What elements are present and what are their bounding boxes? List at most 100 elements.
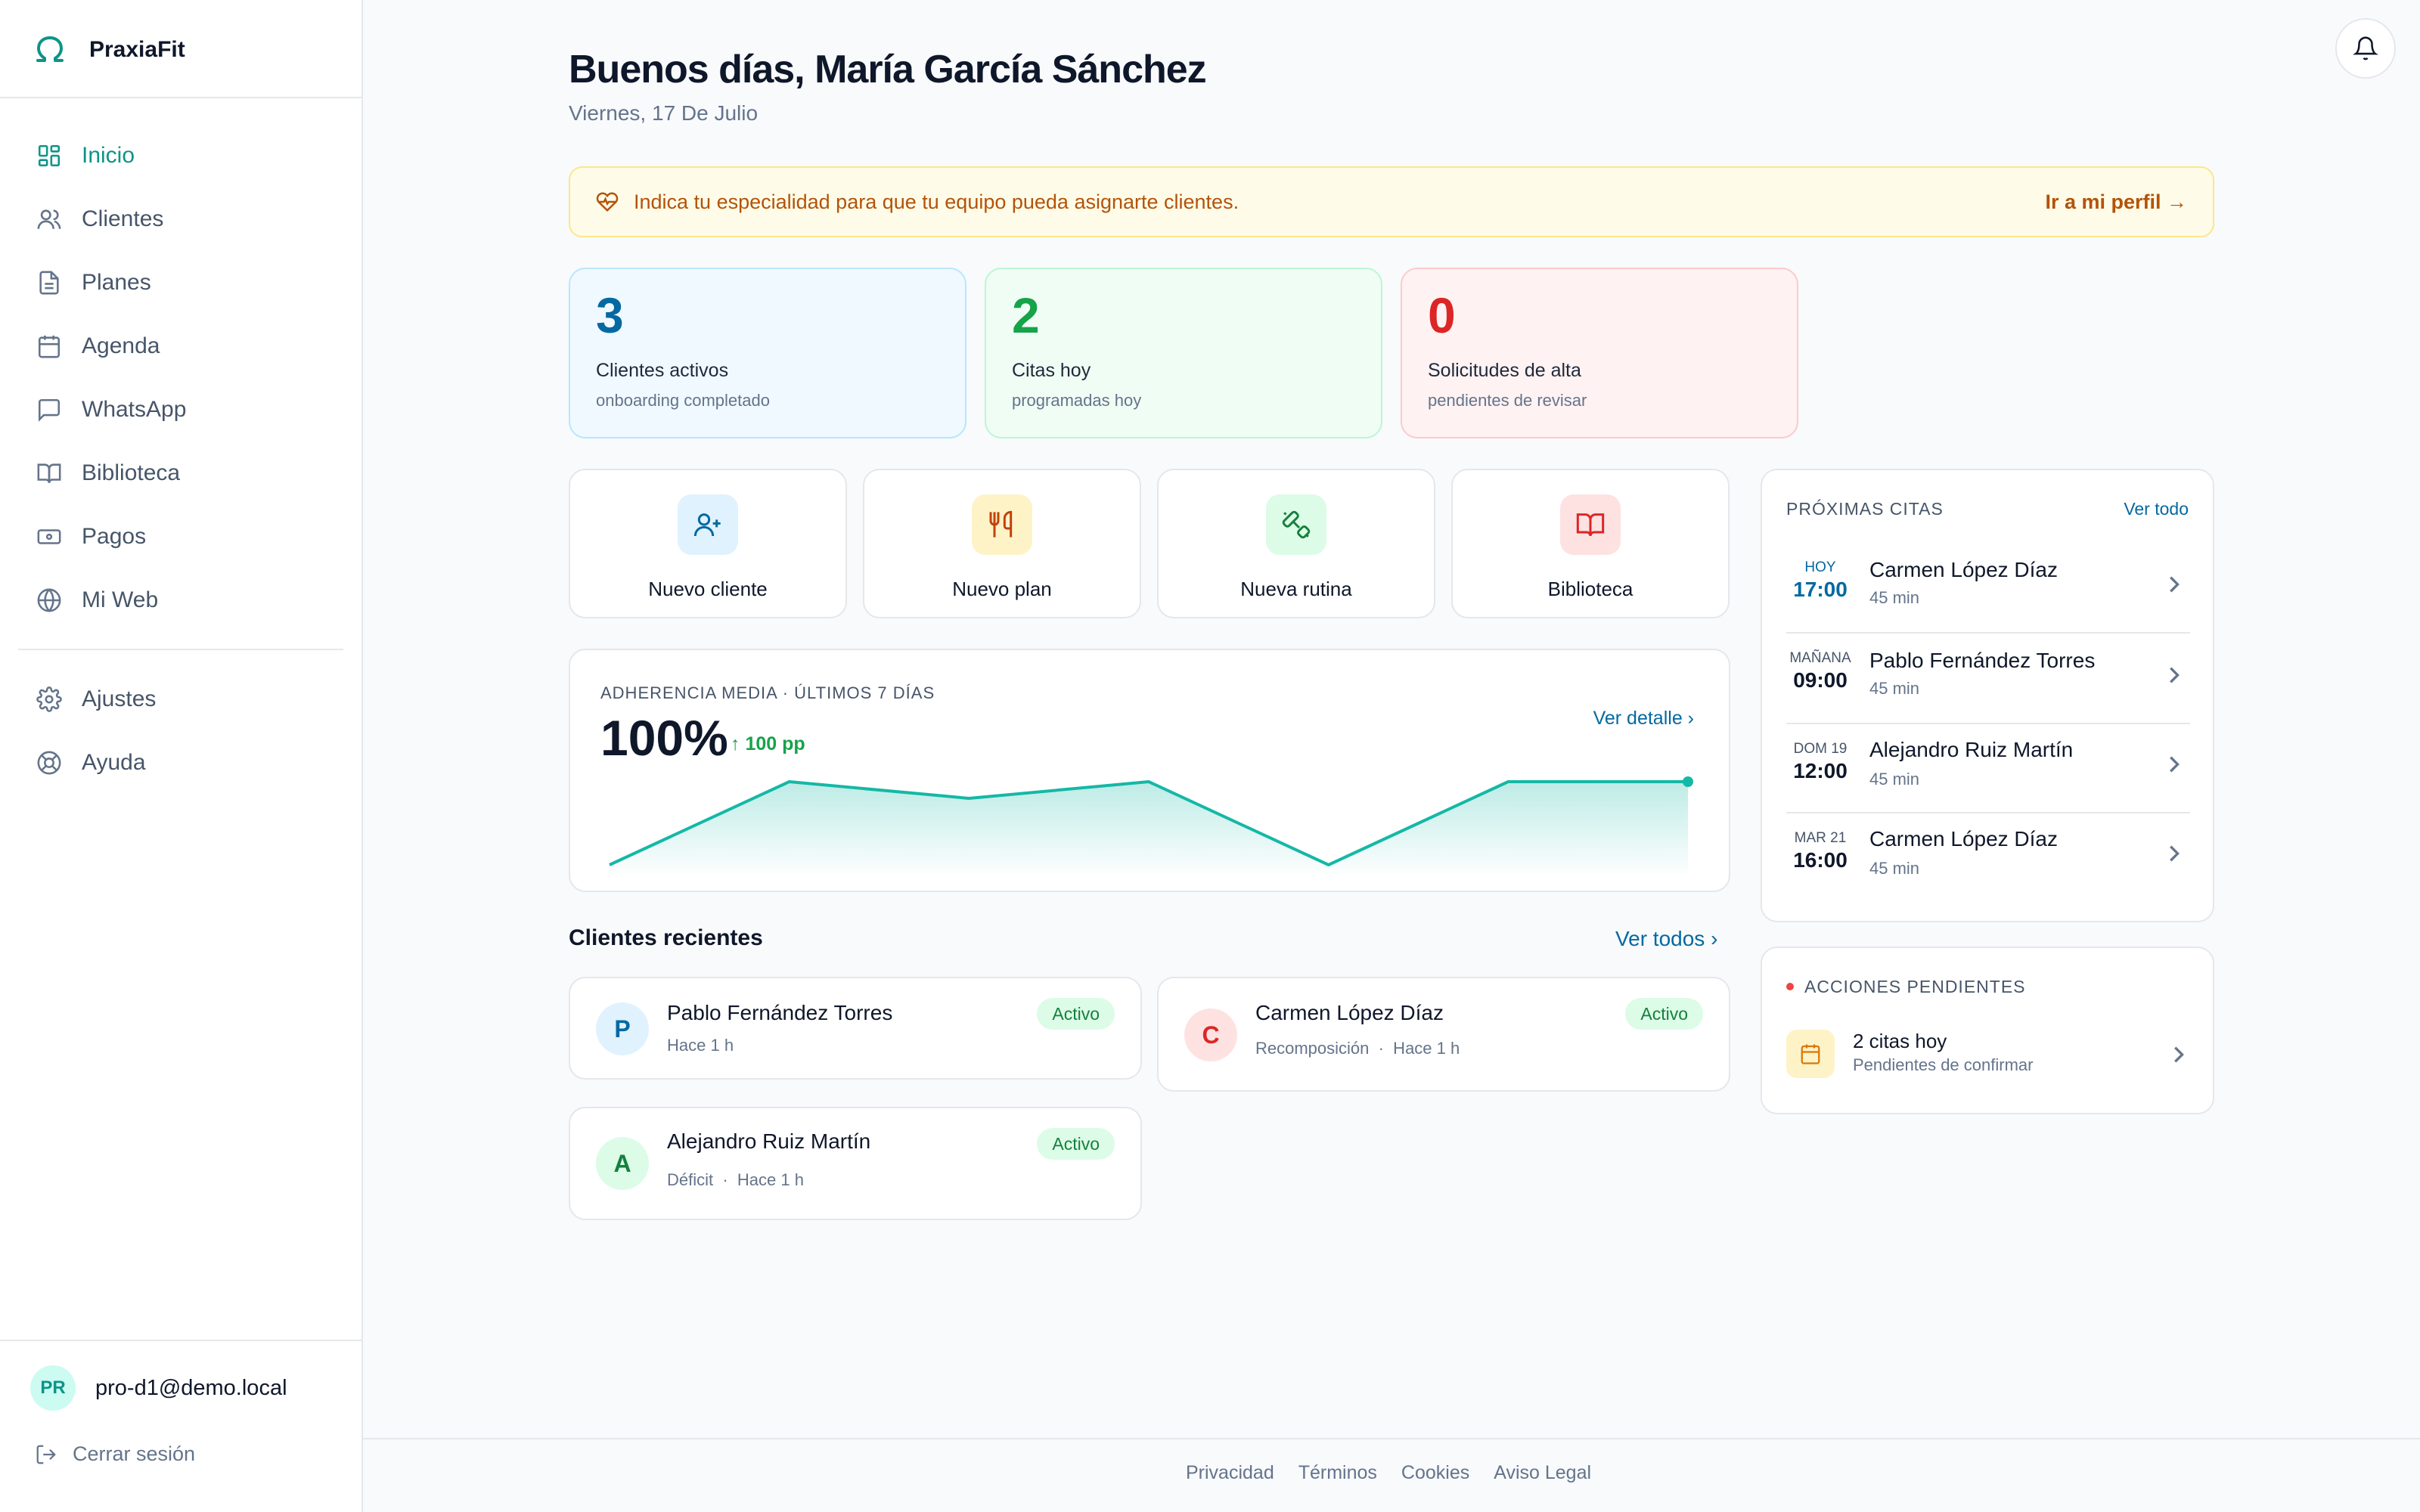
nav-item-ayuda[interactable]: Ayuda (18, 731, 345, 795)
client-card[interactable]: P Pablo Fernández Torres Hace 1 h Activo (569, 977, 1142, 1080)
notifications-button[interactable] (2335, 18, 2396, 79)
nav-item-whatsapp[interactable]: WhatsApp (18, 378, 345, 442)
file-text-icon (36, 270, 62, 296)
client-name: Carmen López Díaz (1255, 1001, 1444, 1024)
view-all-appointments-link[interactable]: Ver todo (2124, 499, 2189, 519)
appointment-row[interactable]: MAÑANA 09:00 Pablo Fernández Torres 45 m… (1786, 635, 2190, 724)
appointment-row[interactable]: MAR 21 16:00 Carmen López Díaz 45 min (1786, 813, 2190, 903)
globe-icon (36, 587, 62, 613)
client-name: Alejandro Ruiz Martín (667, 1129, 871, 1153)
nav-item-planes[interactable]: Planes (18, 251, 345, 314)
banner-text: Indica tu especialidad para que tu equip… (634, 190, 1239, 213)
profile-link[interactable]: Ir a mi perfil → (2045, 191, 2187, 214)
utensils-icon (972, 494, 1032, 555)
status-badge: Activo (1037, 998, 1115, 1030)
footer: Privacidad Términos Cookies Aviso Legal (1186, 1462, 1591, 1484)
sidebar: PraxiaFit Inicio Clientes Planes Agenda … (0, 0, 363, 1512)
appointment-time: 09:00 (1793, 668, 1848, 692)
logout-button[interactable]: Cerrar sesión (35, 1442, 195, 1466)
new-plan-button[interactable]: Nuevo plan (863, 469, 1141, 618)
brand[interactable]: PraxiaFit (33, 30, 185, 70)
nav-label: Inicio (82, 143, 135, 168)
footer-link-privacy[interactable]: Privacidad (1186, 1462, 1274, 1484)
client-card[interactable]: C Carmen López Díaz Recomposición · Hace… (1157, 977, 1730, 1092)
view-detail-link[interactable]: Ver detalle › (1593, 708, 1694, 730)
appointment-day: HOY (1804, 559, 1836, 575)
quick-action-label: Nuevo plan (952, 578, 1052, 600)
chevron-right-icon (2166, 665, 2181, 685)
view-all-clients-link[interactable]: Ver todos › (1615, 927, 1717, 951)
nav-label: Mi Web (82, 587, 159, 612)
chevron-right-icon (2166, 754, 2181, 774)
chart-area-fill (610, 782, 1688, 877)
book-open-icon (36, 460, 62, 486)
brand-name: PraxiaFit (89, 37, 185, 62)
stat-sub: pendientes de revisar (1428, 391, 1587, 410)
footer-link-terms[interactable]: Términos (1298, 1462, 1377, 1484)
bell-icon (2353, 36, 2378, 61)
appointment-client: Alejandro Ruiz Martín (1869, 738, 2074, 761)
adherence-value: 100% (600, 710, 728, 766)
nav-label: WhatsApp (82, 397, 187, 422)
footer-link-cookies[interactable]: Cookies (1401, 1462, 1469, 1484)
appointment-day: DOM 19 (1793, 741, 1848, 757)
recent-clients-title: Clientes recientes (569, 925, 763, 950)
card-title: ACCIONES PENDIENTES (1804, 977, 2026, 996)
library-button[interactable]: Biblioteca (1451, 469, 1730, 618)
appointment-client: Pablo Fernández Torres (1869, 649, 2096, 672)
pending-item-title[interactable]: 2 citas hoy (1853, 1030, 1947, 1053)
divider (0, 1340, 361, 1341)
stat-card-signup-requests[interactable]: 0 Solicitudes de alta pendientes de revi… (1401, 268, 1798, 438)
specialty-banner: Indica tu especialidad para que tu equip… (569, 166, 2214, 237)
status-badge: Activo (1625, 998, 1703, 1030)
avatar: A (596, 1137, 649, 1190)
nav-item-ajustes[interactable]: Ajustes (18, 668, 345, 731)
footer-divider (363, 1438, 2420, 1439)
client-card[interactable]: A Alejandro Ruiz Martín Déficit · Hace 1… (569, 1107, 1142, 1220)
appointment-duration: 45 min (1869, 588, 1920, 607)
status-dot (1786, 983, 1794, 990)
new-routine-button[interactable]: Nueva rutina (1157, 469, 1435, 618)
appointment-row[interactable]: HOY 17:00 Carmen López Díaz 45 min (1786, 544, 2190, 634)
nav-item-clientes[interactable]: Clientes (18, 187, 345, 251)
users-icon (36, 206, 62, 232)
user-profile[interactable]: PR pro-d1@demo.local (30, 1365, 287, 1411)
stat-card-active-clients[interactable]: 3 Clientes activos onboarding completado (569, 268, 966, 438)
divider (18, 649, 343, 650)
quick-action-label: Biblioteca (1547, 578, 1634, 600)
quick-action-label: Nueva rutina (1240, 578, 1352, 600)
new-client-button[interactable]: Nuevo cliente (569, 469, 847, 618)
calendar-icon (36, 333, 62, 359)
adherence-delta: ↑ 100 pp (731, 733, 805, 754)
link-label: Ver todos (1615, 927, 1705, 950)
chevron-right-icon[interactable] (2170, 1045, 2186, 1064)
logout-label: Cerrar sesión (73, 1442, 196, 1465)
nav-item-mi-web[interactable]: Mi Web (18, 569, 345, 632)
appointment-client: Carmen López Díaz (1869, 558, 2059, 581)
nav-label: Clientes (82, 206, 164, 231)
user-email: pro-d1@demo.local (95, 1375, 287, 1400)
adherence-chart (609, 776, 1693, 877)
banknote-icon (36, 524, 62, 550)
client-meta: Recomposición · Hace 1 h (1255, 1039, 1460, 1058)
current-date: Viernes, 17 De Julio (569, 101, 759, 125)
nav-item-pagos[interactable]: Pagos (18, 505, 345, 569)
stat-label: Clientes activos (596, 360, 729, 381)
main-nav: Inicio Clientes Planes Agenda WhatsApp B… (18, 124, 345, 632)
nav-item-agenda[interactable]: Agenda (18, 314, 345, 378)
stat-card-appointments-today[interactable]: 2 Citas hoy programadas hoy (985, 268, 1382, 438)
status-badge: Activo (1037, 1128, 1115, 1160)
footer-link-legal[interactable]: Aviso Legal (1494, 1462, 1591, 1484)
avatar: P (596, 1002, 649, 1055)
chevron-right-icon (2166, 575, 2181, 594)
nav-item-biblioteca[interactable]: Biblioteca (18, 442, 345, 505)
pending-actions-card: ACCIONES PENDIENTES 2 citas hoy Pendient… (1761, 947, 2214, 1114)
stat-label: Citas hoy (1012, 360, 1091, 381)
appointment-row[interactable]: DOM 19 12:00 Alejandro Ruiz Martín 45 mi… (1786, 724, 2190, 813)
secondary-nav: Ajustes Ayuda (18, 668, 345, 795)
stat-value: 2 (1012, 287, 1040, 343)
appointment-time: 17:00 (1793, 578, 1848, 601)
client-meta: Déficit · Hace 1 h (667, 1170, 804, 1189)
nav-item-inicio[interactable]: Inicio (18, 124, 345, 187)
nav-label: Planes (82, 270, 151, 295)
